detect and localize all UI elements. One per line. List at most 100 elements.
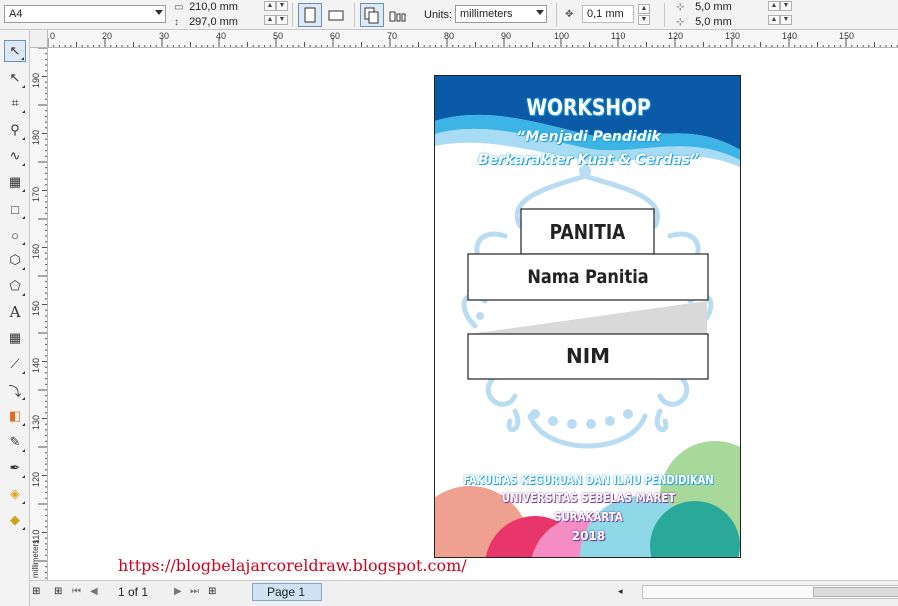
ruler-label: 140 bbox=[31, 357, 41, 373]
ruler-label: 180 bbox=[31, 129, 41, 145]
page-count: 1 of 1 bbox=[118, 585, 149, 599]
connector-tool-button[interactable]: ⤵ bbox=[4, 379, 26, 401]
current-page-icon bbox=[389, 11, 406, 22]
table-icon: ▦ bbox=[8, 330, 22, 345]
nudge-value: 0,1 mm bbox=[587, 8, 624, 20]
page-options-icon[interactable]: ⊞ bbox=[32, 586, 40, 597]
dup-y-spin-up[interactable]: ▲ bbox=[768, 15, 780, 25]
next-page-button[interactable]: ▶ bbox=[174, 586, 182, 597]
separator bbox=[556, 3, 557, 27]
dup-y-spin-down[interactable]: ▼ bbox=[780, 15, 792, 25]
duplicate-x-value: 5,0 mm bbox=[695, 1, 732, 13]
width-icon: ▭ bbox=[174, 2, 184, 13]
ruler-label: 150 bbox=[839, 31, 855, 41]
portrait-icon bbox=[304, 7, 316, 23]
add-page-after-button[interactable]: ⊞ bbox=[208, 586, 216, 597]
zoom-tool-button[interactable]: ⚲ bbox=[4, 119, 26, 141]
text-tool-button[interactable]: A bbox=[4, 301, 26, 323]
ellipse-tool-button[interactable]: ○ bbox=[4, 224, 26, 246]
ruler-label: 20 bbox=[102, 31, 113, 41]
duplicate-y-icon: ⊹ bbox=[676, 17, 685, 28]
landscape-icon bbox=[328, 10, 344, 21]
width-spin-down[interactable]: ▼ bbox=[276, 1, 288, 11]
crop-icon: ⌗ bbox=[11, 95, 19, 110]
horizontal-scrollbar[interactable] bbox=[642, 585, 898, 599]
blend-tool-button[interactable]: ◧ bbox=[4, 405, 26, 427]
eyedropper-icon: ✎ bbox=[9, 434, 21, 449]
dimension-icon: ⟋ bbox=[10, 356, 20, 371]
ruler-label: 60 bbox=[330, 31, 341, 41]
label-nama-panitia: Nama Panitia bbox=[527, 266, 649, 288]
shape-tool-button[interactable]: ↖ bbox=[4, 67, 26, 89]
last-page-button[interactable]: ⏭ bbox=[190, 586, 199, 597]
dup-x-spin-down[interactable]: ▼ bbox=[780, 1, 792, 11]
rectangle-tool-button[interactable]: □ bbox=[4, 198, 26, 220]
units-label: Units: bbox=[424, 9, 453, 21]
ruler-label: 30 bbox=[159, 31, 170, 41]
page-tab-1[interactable]: Page 1 bbox=[252, 583, 322, 601]
smart-fill-tool-button[interactable]: ▦ bbox=[4, 171, 26, 193]
height-spin-down[interactable]: ▼ bbox=[276, 15, 288, 25]
pick-tool-button[interactable]: ↖ bbox=[4, 40, 26, 62]
polygon-icon: ⬡ bbox=[9, 252, 21, 267]
height-spin-up[interactable]: ▲ bbox=[264, 15, 276, 25]
all-pages-icon bbox=[364, 7, 379, 24]
scroll-left-arrow-icon[interactable]: ◂ bbox=[618, 586, 623, 597]
table-tool-button[interactable]: ▦ bbox=[4, 327, 26, 349]
first-page-button[interactable]: ⏮ bbox=[72, 586, 81, 597]
ruler-label: 190 bbox=[31, 72, 41, 88]
current-page-button[interactable] bbox=[386, 3, 410, 27]
nudge-input[interactable]: 0,1 mm bbox=[582, 5, 634, 23]
interactive-fill-icon: ◆ bbox=[10, 512, 20, 527]
interactive-fill-tool-button[interactable]: ◆ bbox=[4, 509, 26, 531]
crop-tool-button[interactable]: ⌗ bbox=[4, 92, 26, 114]
ruler-label: 120 bbox=[31, 471, 41, 487]
basic-shapes-tool-button[interactable]: ⬠ bbox=[4, 275, 26, 297]
separator bbox=[354, 3, 355, 27]
eyedropper-tool-button[interactable]: ✎ bbox=[4, 431, 26, 453]
ellipse-icon: ○ bbox=[11, 227, 19, 243]
prev-page-button[interactable]: ◀ bbox=[90, 586, 98, 597]
horizontal-ruler[interactable]: 0 20 30 40 50 60 70 80 90 100 110 120 13… bbox=[48, 30, 898, 48]
page-height-field[interactable]: ↕ 297,0 mm bbox=[174, 16, 238, 29]
dimension-tool-button[interactable]: ⟋ bbox=[4, 353, 26, 375]
fill-tool-button[interactable]: ◈ bbox=[4, 483, 26, 505]
footer-line-4: 2018 bbox=[571, 529, 606, 543]
duplicate-y-field[interactable]: ⊹ 5,0 mm bbox=[676, 16, 732, 29]
add-page-before-button[interactable]: ⊞ bbox=[54, 586, 62, 597]
corel-window: A4 ▭ 210,0 mm ↕ 297,0 mm ▲ ▼ ▲ ▼ Units: bbox=[0, 0, 898, 606]
fill-bucket-icon: ◈ bbox=[10, 486, 20, 501]
paper-size-value: A4 bbox=[9, 8, 23, 20]
nudge-spin-down[interactable]: ▼ bbox=[638, 15, 650, 25]
label-panitia: PANITIA bbox=[549, 220, 626, 244]
card-title: WORKSHOP bbox=[526, 96, 651, 121]
page-width-field[interactable]: ▭ 210,0 mm bbox=[174, 1, 238, 14]
label-nim: NIM bbox=[565, 344, 611, 368]
duplicate-x-icon: ⊹ bbox=[676, 2, 685, 13]
paper-size-select[interactable]: A4 bbox=[4, 5, 166, 23]
units-select[interactable]: millimeters bbox=[455, 5, 547, 23]
ruler-label: 150 bbox=[31, 300, 41, 316]
width-spin-up[interactable]: ▲ bbox=[264, 1, 276, 11]
scrollbar-thumb[interactable] bbox=[813, 587, 898, 597]
id-card-design[interactable]: WORKSHOP “Menjadi Pendidik Berkarakter K… bbox=[434, 75, 741, 558]
freehand-tool-button[interactable]: ∿ bbox=[4, 145, 26, 167]
landscape-button[interactable] bbox=[324, 3, 348, 27]
outline-tool-button[interactable]: ✒ bbox=[4, 457, 26, 479]
vertical-ruler[interactable]: 190 180 170 160 150 140 130 120 110 mill… bbox=[30, 48, 48, 580]
basic-shapes-icon: ⬠ bbox=[9, 278, 21, 293]
nudge-spin-up[interactable]: ▲ bbox=[638, 4, 650, 14]
card-subtitle-line-2: Berkarakter Kuat & Cerdas” bbox=[477, 152, 700, 168]
polygon-tool-button[interactable]: ⬡ bbox=[4, 249, 26, 271]
text-icon: A bbox=[9, 303, 21, 321]
ruler-corner[interactable] bbox=[30, 30, 48, 48]
dup-x-spin-up[interactable]: ▲ bbox=[768, 1, 780, 11]
duplicate-x-field[interactable]: ⊹ 5,0 mm bbox=[676, 1, 732, 14]
card-subtitle-line-1: “Menjadi Pendidik bbox=[516, 129, 661, 145]
connector-icon: ⤵ bbox=[8, 383, 22, 399]
all-pages-button[interactable] bbox=[360, 3, 384, 27]
portrait-button[interactable] bbox=[298, 3, 322, 27]
zoom-icon: ⚲ bbox=[10, 122, 20, 137]
nudge-field[interactable]: ✥ bbox=[565, 8, 581, 21]
outline-pen-icon: ✒ bbox=[9, 460, 21, 475]
